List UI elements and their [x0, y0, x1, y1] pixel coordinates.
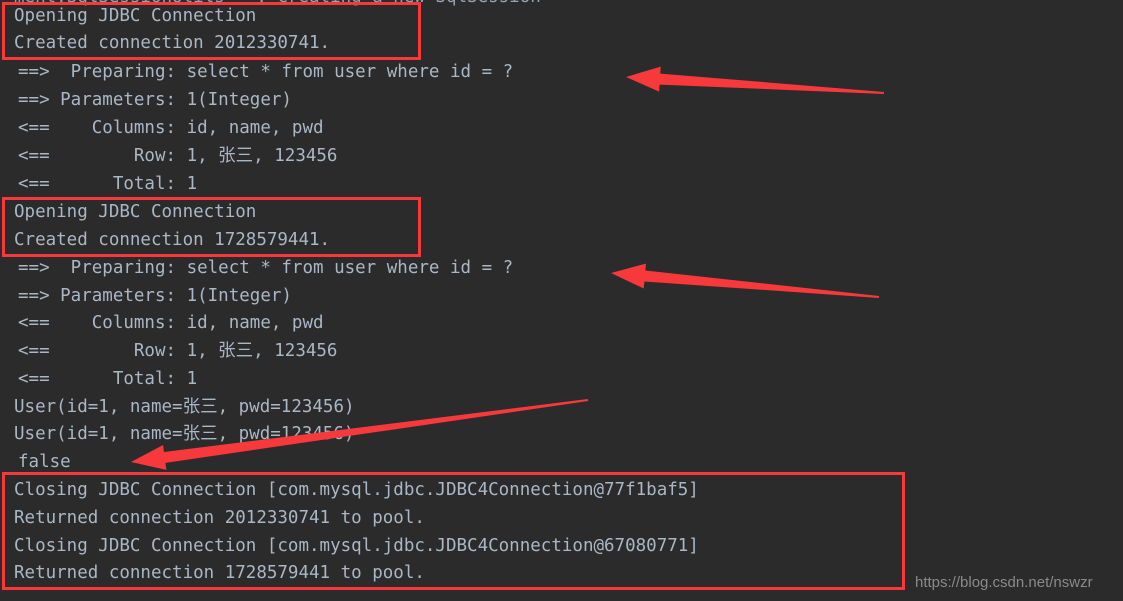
log-line: <== Columns: id, name, pwd	[18, 118, 324, 138]
log-line: <== Total: 1	[18, 174, 198, 194]
log-line: User(id=1, name=张三, pwd=123456)	[14, 424, 355, 444]
log-line: ==> Preparing: select * from user where …	[18, 62, 514, 82]
watermark-url: https://blog.csdn.net/nswzr	[915, 574, 1093, 591]
log-line: Returned connection 1728579441 to pool.	[14, 563, 425, 583]
log-line: Closing JDBC Connection [com.mysql.jdbc.…	[14, 480, 699, 500]
log-line: User(id=1, name=张三, pwd=123456)	[14, 397, 355, 417]
log-line: Closing JDBC Connection [com.mysql.jdbc.…	[14, 536, 699, 556]
log-line: ==> Parameters: 1(Integer)	[18, 90, 292, 110]
log-line: Opening JDBC Connection	[14, 202, 257, 222]
log-line: ==> Preparing: select * from user where …	[18, 258, 514, 278]
log-line: Opening JDBC Connection	[14, 6, 257, 26]
log-line: <== Total: 1	[18, 369, 198, 389]
log-line: false	[18, 452, 71, 472]
log-line: ==> Parameters: 1(Integer)	[18, 286, 292, 306]
log-line: Returned connection 2012330741 to pool.	[14, 508, 425, 528]
log-line: <== Row: 1, 张三, 123456	[18, 341, 338, 361]
console-output-panel: ment.SqlSessionUtils : Creating a new Sq…	[0, 0, 1123, 601]
log-line: <== Row: 1, 张三, 123456	[18, 146, 338, 166]
log-line: <== Columns: id, name, pwd	[18, 313, 324, 333]
log-line: Created connection 1728579441.	[14, 230, 331, 250]
arrow-first-preparing	[626, 66, 885, 94]
log-line: Created connection 2012330741.	[14, 33, 331, 53]
arrow-second-preparing	[611, 263, 880, 298]
